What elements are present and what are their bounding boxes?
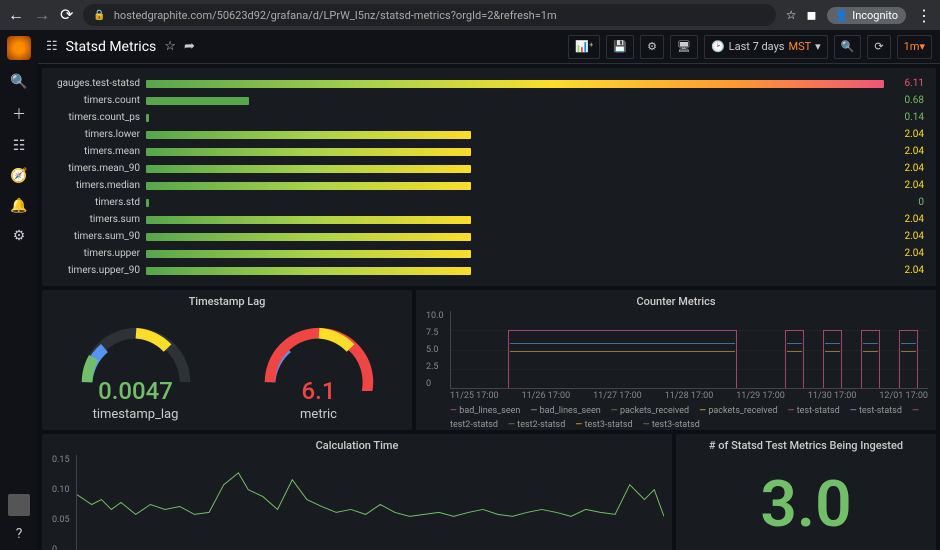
avatar[interactable] (8, 494, 30, 516)
browser-chrome: ← → ⟳ 🔒 hostedgraphite.com/50623d92/graf… (0, 0, 940, 30)
search-icon[interactable]: 🔍 (10, 74, 27, 90)
sidebar: 🔍 ＋ ☷ 🧭 🔔 ⚙ ? (0, 30, 38, 550)
gauge-value: 6.1 (302, 377, 336, 405)
chevron-down-icon: ▾ (919, 40, 925, 53)
counter-metrics-panel: Counter Metrics 10.07.55.02.50 (416, 290, 936, 430)
time-range-picker[interactable]: 🕑 Last 7 days MST ▾ (704, 35, 828, 59)
bar-row: timers.upper 2.04 (46, 246, 924, 261)
tv-mode-button[interactable]: 🖥 (670, 35, 698, 59)
bar-label: timers.upper (46, 248, 140, 259)
settings-button[interactable]: ⚙ (640, 35, 664, 59)
bar-row: timers.upper_90 2.04 (46, 263, 924, 278)
explore-icon[interactable]: 🧭 (10, 168, 27, 184)
bar-label: gauges.test-statsd (46, 78, 140, 89)
topbar: ☷ Statsd Metrics ☆ ➦ 📊⁺ 💾 ⚙ 🖥 🕑 Last 7 d… (38, 30, 940, 64)
bar-value: 2.04 (890, 231, 924, 242)
extension-icon[interactable]: ◼ (807, 8, 817, 22)
panel-title: Counter Metrics (424, 292, 928, 311)
bar-row: timers.lower 2.04 (46, 127, 924, 142)
refresh-interval[interactable]: 1m ▾ (897, 35, 932, 59)
bar-value: 2.04 (890, 265, 924, 276)
bar-row: timers.sum_90 2.04 (46, 229, 924, 244)
bar-value: 6.11 (890, 78, 924, 89)
bar-label: timers.upper_90 (46, 265, 140, 276)
share-icon[interactable]: ➦ (184, 39, 195, 54)
bar-value: 2.04 (890, 163, 924, 174)
bar-row: gauges.test-statsd 6.11 (46, 76, 924, 91)
bar-row: timers.count_ps 0.14 (46, 110, 924, 125)
panel-title: Timestamp Lag (44, 292, 410, 311)
bar-value: 2.04 (890, 146, 924, 157)
bar-row: timers.mean 2.04 (46, 144, 924, 159)
bar-label: timers.sum (46, 214, 140, 225)
bar-label: timers.mean (46, 146, 140, 157)
bar-label: timers.lower (46, 129, 140, 140)
chevron-down-icon: ▾ (815, 40, 821, 53)
page-title: Statsd Metrics (66, 39, 157, 55)
dashboards-icon[interactable]: ☷ (13, 138, 26, 154)
bar-value: 0.14 (890, 112, 924, 123)
reload-icon[interactable]: ⟳ (60, 5, 73, 25)
zoom-out-button[interactable]: 🔍 (834, 35, 862, 59)
incognito-badge: 👤 Incognito (827, 7, 907, 24)
browser-menu-icon[interactable]: ⋮ (916, 6, 932, 25)
ingested-count-panel: # of Statsd Test Metrics Being Ingested … (676, 434, 936, 550)
url-text: hostedgraphite.com/50623d92/grafana/d/LP… (114, 9, 557, 22)
bar-label: timers.median (46, 180, 140, 191)
bar-label: timers.mean_90 (46, 163, 140, 174)
dashboard-icon[interactable]: ☷ (46, 39, 58, 54)
bar-value: 2.04 (890, 180, 924, 191)
help-icon[interactable]: ? (16, 526, 23, 542)
gauge-label: timestamp_lag (93, 407, 179, 422)
bar-label: timers.sum_90 (46, 231, 140, 242)
bar-row: timers.sum 2.04 (46, 212, 924, 227)
clock-icon: 🕑 (711, 40, 725, 53)
config-icon[interactable]: ⚙ (13, 228, 26, 244)
bar-gauge-panel: gauges.test-statsd 6.11 timers.count 0.68… (42, 68, 936, 286)
add-panel-button[interactable]: 📊⁺ (568, 35, 600, 59)
gauge-label: metric (300, 407, 337, 422)
alerting-icon[interactable]: 🔔 (10, 198, 27, 214)
bar-value: 2.04 (890, 248, 924, 259)
save-button[interactable]: 💾 (606, 35, 634, 59)
url-bar[interactable]: 🔒 hostedgraphite.com/50623d92/grafana/d/… (83, 4, 775, 26)
bar-value: 0.68 (890, 95, 924, 106)
panel-title: Calculation Time (50, 436, 664, 455)
stat-value: 3.0 (678, 455, 934, 550)
gauge: 0.0047 timestamp_lag (51, 311, 221, 422)
bar-row: timers.mean_90 2.04 (46, 161, 924, 176)
gauge: 6.1 metric (234, 311, 404, 422)
lock-icon: 🔒 (93, 10, 105, 21)
gauge-value: 0.0047 (98, 377, 173, 405)
incognito-icon: 👤 (835, 9, 849, 22)
timestamp-lag-panel: Timestamp Lag 0.0047 timestamp_lag 6.1 m… (42, 290, 412, 430)
bar-label: timers.count_ps (46, 112, 140, 123)
bar-row: timers.median 2.04 (46, 178, 924, 193)
bar-value: 0 (890, 197, 924, 208)
panel-title: # of Statsd Test Metrics Being Ingested (678, 436, 934, 455)
bar-label: timers.std (46, 197, 140, 208)
refresh-button[interactable]: ⟳ (867, 35, 890, 59)
bar-label: timers.count (46, 95, 140, 106)
star-dashboard-icon[interactable]: ☆ (164, 39, 176, 54)
plus-icon[interactable]: ＋ (12, 104, 26, 124)
calculation-time-panel: Calculation Time 0.150.100.050 11/2517:0… (42, 434, 672, 550)
back-icon[interactable]: ← (8, 5, 24, 25)
bar-row: timers.count 0.68 (46, 93, 924, 108)
forward-icon[interactable]: → (34, 5, 50, 25)
star-icon[interactable]: ☆ (786, 8, 797, 22)
bar-row: timers.std 0 (46, 195, 924, 210)
bar-value: 2.04 (890, 129, 924, 140)
bar-value: 2.04 (890, 214, 924, 225)
logo-icon[interactable] (7, 36, 31, 60)
